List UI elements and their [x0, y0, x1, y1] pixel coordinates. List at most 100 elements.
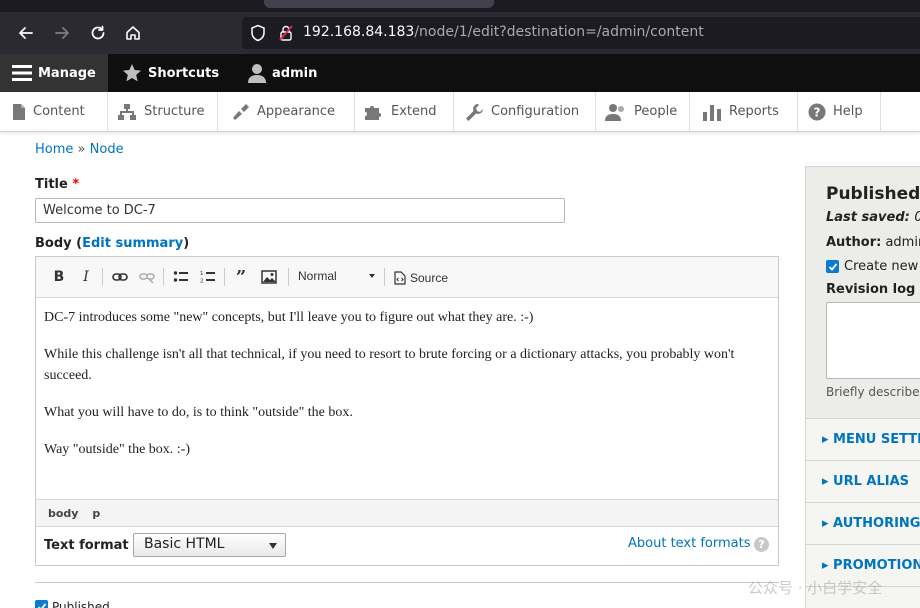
numbered-list-icon[interactable]: 12 [197, 267, 219, 287]
help-icon: ? [808, 103, 826, 120]
reload-icon[interactable] [85, 20, 111, 46]
tray-item-structure[interactable]: Structure [108, 92, 218, 131]
paintbrush-icon [233, 103, 249, 120]
divider [35, 582, 779, 583]
bar-chart-icon [703, 104, 721, 121]
active-tab[interactable] [264, 0, 494, 8]
toolbar-separator [102, 268, 103, 286]
user-button[interactable]: admin [238, 54, 327, 92]
structure-icon [118, 103, 136, 120]
italic-icon[interactable]: I [75, 267, 97, 287]
tray-item-appearance[interactable]: Appearance [218, 92, 355, 131]
about-text-formats-link[interactable]: About text formats [628, 536, 751, 551]
tray-label-people: People [634, 104, 678, 119]
tray-label-reports: Reports [729, 104, 779, 119]
manage-button[interactable]: Manage [0, 54, 108, 92]
toolbar-separator [163, 268, 164, 286]
bold-icon[interactable]: B [48, 267, 70, 287]
people-icon [605, 103, 624, 121]
forward-icon[interactable] [49, 20, 75, 46]
body-label-suffix: ) [183, 236, 190, 251]
unlink-icon[interactable] [136, 267, 158, 287]
editor-paragraph: DC-7 introduces some "new" concepts, but… [44, 310, 534, 325]
text-format-select[interactable]: Basic HTML [133, 533, 286, 557]
editor-content[interactable]: DC-7 introduces some "new" concepts, but… [44, 307, 769, 476]
last-saved-label: Last saved: [826, 210, 910, 225]
body-editor: B I 12 ” Normal Source DC-7 introduces s [35, 256, 779, 566]
title-input[interactable] [35, 198, 565, 223]
link-icon[interactable] [109, 267, 131, 287]
manage-label: Manage [38, 65, 96, 81]
tray-item-people[interactable]: People [596, 92, 690, 131]
back-icon[interactable] [13, 20, 39, 46]
edit-summary-link[interactable]: Edit summary [82, 236, 183, 251]
tray-label-extend: Extend [391, 104, 437, 119]
author-value: admin [885, 235, 920, 250]
revision-log-label: Revision log [826, 282, 916, 297]
admin-toolbar: Manage Shortcuts admin [0, 54, 920, 92]
revision-log-help: Briefly describe [826, 385, 920, 399]
element-path-bar: body p [36, 499, 778, 527]
chevron-down-icon [369, 274, 375, 278]
required-marker: * [72, 177, 80, 192]
create-revision-label: Create new [844, 259, 919, 274]
published-checkbox[interactable] [35, 600, 48, 608]
title-label-text: Title [35, 177, 68, 192]
toolbar-separator [224, 268, 225, 286]
author-info: Author: admin [826, 235, 920, 250]
tray-item-reports[interactable]: Reports [690, 92, 798, 131]
publish-status: Published [826, 184, 920, 204]
shortcuts-button[interactable]: Shortcuts [112, 54, 229, 92]
bulleted-list-icon[interactable] [170, 267, 192, 287]
path-element-p[interactable]: p [92, 507, 100, 520]
source-button[interactable]: Source [394, 268, 448, 288]
create-revision-checkbox[interactable] [826, 260, 839, 273]
image-icon[interactable] [258, 267, 280, 287]
tray-item-help[interactable]: ? Help [798, 92, 881, 131]
home-icon[interactable] [120, 20, 146, 46]
wrench-icon [466, 103, 483, 121]
editor-paragraph: Way "outside" the box. :-) [44, 442, 190, 457]
body-label-prefix: Body ( [35, 236, 83, 251]
published-label: Published [52, 600, 110, 608]
file-icon [13, 103, 25, 120]
revision-log-textarea[interactable] [826, 302, 920, 379]
breadcrumb-home-link[interactable]: Home [35, 142, 73, 157]
published-checkbox-row[interactable]: Published [35, 600, 110, 608]
url-bar[interactable]: 192.168.84.183/node/1/edit?destination=/… [242, 17, 920, 49]
tray-label-structure: Structure [144, 104, 205, 119]
source-icon [394, 271, 406, 285]
meta-sidebar: Published Last saved: 0 Author: admin Cr… [805, 166, 920, 608]
menu-settings-toggle[interactable]: ▸ MENU SETTINGS [806, 419, 920, 461]
authoring-toggle[interactable]: ▸ AUTHORING [806, 503, 920, 545]
user-label: admin [272, 65, 318, 81]
tray-item-extend[interactable]: Extend [355, 92, 454, 131]
url-alias-toggle[interactable]: ▸ URL ALIAS [806, 461, 920, 503]
meta-header: Published Last saved: 0 Author: admin Cr… [806, 167, 920, 419]
source-label: Source [410, 271, 449, 285]
toolbar-separator [384, 268, 385, 286]
breadcrumb-separator: » [77, 142, 86, 157]
shield-icon[interactable] [250, 24, 266, 46]
title-label: Title * [35, 177, 79, 192]
url-text[interactable]: 192.168.84.183/node/1/edit?destination=/… [303, 24, 704, 40]
insecure-lock-icon[interactable] [278, 24, 294, 46]
path-element-body[interactable]: body [48, 507, 78, 520]
tray-item-content[interactable]: Content [0, 92, 108, 131]
blockquote-icon[interactable]: ” [230, 267, 252, 288]
url-host: 192.168.84.183 [303, 24, 415, 40]
browser-tabstrip [0, 0, 920, 12]
editor-toolbar: B I 12 ” Normal Source [36, 257, 778, 298]
body-label: Body (Edit summary) [35, 236, 189, 251]
svg-text:1: 1 [200, 271, 204, 277]
help-icon[interactable]: ? [754, 537, 769, 552]
text-format-value: Basic HTML [144, 536, 225, 552]
create-revision-row[interactable]: Create new [826, 259, 918, 274]
breadcrumb-node-link[interactable]: Node [90, 142, 124, 157]
tray-item-configuration[interactable]: Configuration [454, 92, 596, 131]
puzzle-icon [365, 105, 381, 120]
editor-paragraph: While this challenge isn't all that tech… [44, 347, 735, 383]
user-icon [248, 64, 266, 83]
paragraph-format-dropdown[interactable]: Normal [298, 269, 378, 287]
tray-label-help: Help [833, 104, 863, 119]
